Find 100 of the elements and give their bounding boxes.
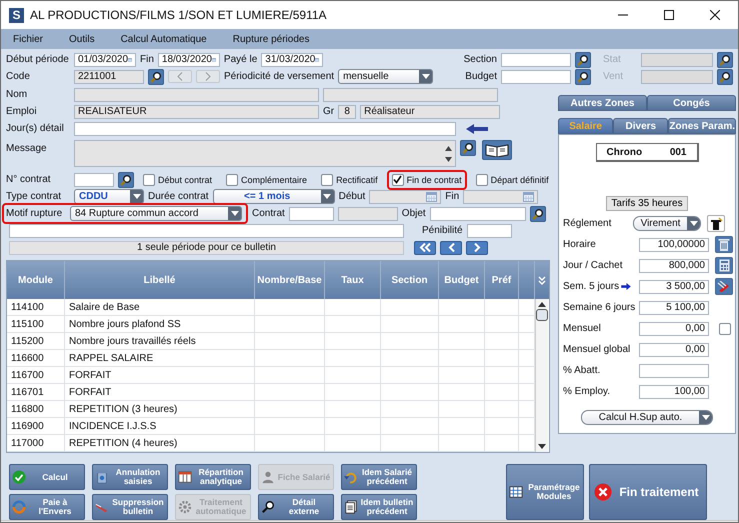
calendar-icon[interactable] xyxy=(426,192,438,202)
search-button[interactable] xyxy=(717,52,733,68)
input-field[interactable] xyxy=(323,88,498,102)
tab[interactable]: Divers xyxy=(613,118,668,134)
input-field[interactable] xyxy=(501,70,571,84)
search-icon xyxy=(462,142,474,154)
checkbox[interactable] xyxy=(143,174,155,186)
action-button[interactable]: Suppression bulletin xyxy=(92,494,168,520)
delete-button[interactable] xyxy=(715,236,733,253)
calculator-button[interactable] xyxy=(715,257,733,274)
tab[interactable]: Congés xyxy=(647,95,736,111)
input-field[interactable] xyxy=(288,206,334,220)
input-field[interactable]: 5 100,00 xyxy=(639,300,709,314)
input-field[interactable] xyxy=(74,122,456,136)
scroll-up-icon[interactable] xyxy=(538,301,546,307)
next-button[interactable] xyxy=(466,240,488,254)
dropdown[interactable]: Virement xyxy=(633,216,701,231)
input-field[interactable] xyxy=(338,206,398,220)
search-button[interactable] xyxy=(530,206,546,222)
action-button[interactable]: Répartition analytique xyxy=(175,464,251,490)
scroll-down-icon[interactable] xyxy=(538,444,546,450)
calendar-icon[interactable] xyxy=(523,192,534,202)
column-header[interactable]: Section xyxy=(381,261,439,299)
table-cell: 116800 xyxy=(7,401,65,417)
date-field[interactable]: 01/03/2020 xyxy=(74,52,136,66)
action-button[interactable]: Annulation saisies xyxy=(92,464,168,490)
checkbox[interactable] xyxy=(719,322,731,334)
checkbox[interactable] xyxy=(226,174,238,186)
input-field[interactable]: 100,00000 xyxy=(639,238,709,252)
search-button[interactable] xyxy=(575,68,591,84)
close-icon[interactable] xyxy=(710,10,720,20)
checkbox[interactable] xyxy=(321,174,334,186)
previous-button[interactable] xyxy=(440,240,462,254)
action-button[interactable]: Idem Salarié précédent xyxy=(341,464,417,490)
input-field[interactable] xyxy=(466,224,512,238)
dropdown[interactable]: Calcul H.Sup auto. xyxy=(581,410,713,425)
date-field[interactable]: 31/03/2020 xyxy=(261,52,324,66)
action-button[interactable]: Idem bulletin précédent xyxy=(341,494,417,520)
scrollbar-thumb[interactable] xyxy=(536,309,548,321)
tab[interactable]: Autres Zones xyxy=(558,95,647,111)
column-header[interactable]: Libellé xyxy=(65,261,255,299)
field-label: Début période xyxy=(6,54,70,65)
dropdown[interactable]: CDDU xyxy=(74,189,144,204)
action-button[interactable]: Calcul xyxy=(9,464,85,490)
field-label: Jour(s) détail xyxy=(6,123,65,134)
action-button[interactable]: Paie à l'Envers xyxy=(9,494,85,520)
column-header[interactable]: Taux xyxy=(325,261,381,299)
end-processing-button[interactable]: Fin traitement xyxy=(589,464,707,520)
scrollbar[interactable] xyxy=(535,299,548,452)
column-header[interactable]: Budget xyxy=(439,261,485,299)
menu-item[interactable]: Rupture périodes xyxy=(232,34,310,44)
input-field[interactable]: 0,00 xyxy=(639,342,709,356)
input-field[interactable] xyxy=(74,88,319,102)
input-field[interactable]: 2211001 xyxy=(74,70,144,84)
input-field[interactable]: Réalisateur xyxy=(360,104,500,118)
settings-modules-button[interactable]: Paramétrage Modules xyxy=(506,464,584,520)
input-field[interactable] xyxy=(639,364,709,378)
date-field[interactable] xyxy=(463,190,538,204)
input-field[interactable]: REALISATEUR xyxy=(74,104,319,118)
dropdown[interactable]: mensuelle xyxy=(338,69,434,84)
column-header[interactable]: Nombre/Base xyxy=(255,261,325,299)
first-button[interactable] xyxy=(414,240,436,254)
dropdown[interactable]: <= 1 mois xyxy=(212,189,335,204)
action-button[interactable]: Détail externe xyxy=(258,494,334,520)
column-header[interactable]: Préf xyxy=(485,261,519,299)
magic-hat-button[interactable] xyxy=(707,215,725,232)
tools-button[interactable] xyxy=(715,278,733,295)
search-icon xyxy=(719,54,731,66)
input-field[interactable] xyxy=(9,224,404,238)
search-button[interactable] xyxy=(575,52,591,68)
input-field[interactable]: 3 500,00 xyxy=(639,280,709,294)
input-field[interactable] xyxy=(430,206,526,220)
checkbox-label: Complémentaire xyxy=(241,174,308,184)
input-field[interactable]: 0,00 xyxy=(639,322,709,336)
column-header[interactable]: Module xyxy=(7,261,65,299)
date-field[interactable]: 18/03/2020 xyxy=(158,52,220,66)
input-field[interactable]: 8 xyxy=(338,104,356,118)
back-arrow-icon[interactable] xyxy=(466,124,488,134)
search-button[interactable] xyxy=(460,140,476,156)
menu-item[interactable]: Outils xyxy=(69,34,95,44)
checkbox[interactable] xyxy=(476,174,488,186)
search-button[interactable] xyxy=(717,68,733,84)
book-button[interactable] xyxy=(482,140,512,160)
date-field[interactable] xyxy=(369,190,442,204)
menu-item[interactable]: Fichier xyxy=(13,34,44,44)
double-chevron-down-icon[interactable] xyxy=(538,276,546,284)
input-field[interactable] xyxy=(74,172,114,186)
input-field[interactable]: 100,00 xyxy=(639,384,709,398)
search-button[interactable] xyxy=(148,68,164,84)
table-cell: 115200 xyxy=(7,333,65,349)
field-label: Début xyxy=(338,191,366,202)
checkbox[interactable] xyxy=(392,174,404,186)
input-field[interactable] xyxy=(501,52,571,66)
menu-item[interactable]: Calcul Automatique xyxy=(120,34,207,44)
tariffs-button[interactable]: Tarifs 35 heures xyxy=(606,196,688,211)
tab[interactable]: Zones Param. xyxy=(668,118,736,134)
maximize-icon[interactable] xyxy=(664,10,674,20)
input-field[interactable]: 800,000 xyxy=(639,258,709,272)
dropdown[interactable]: 84 Rupture commun accord xyxy=(70,206,242,221)
search-button[interactable] xyxy=(118,172,134,188)
